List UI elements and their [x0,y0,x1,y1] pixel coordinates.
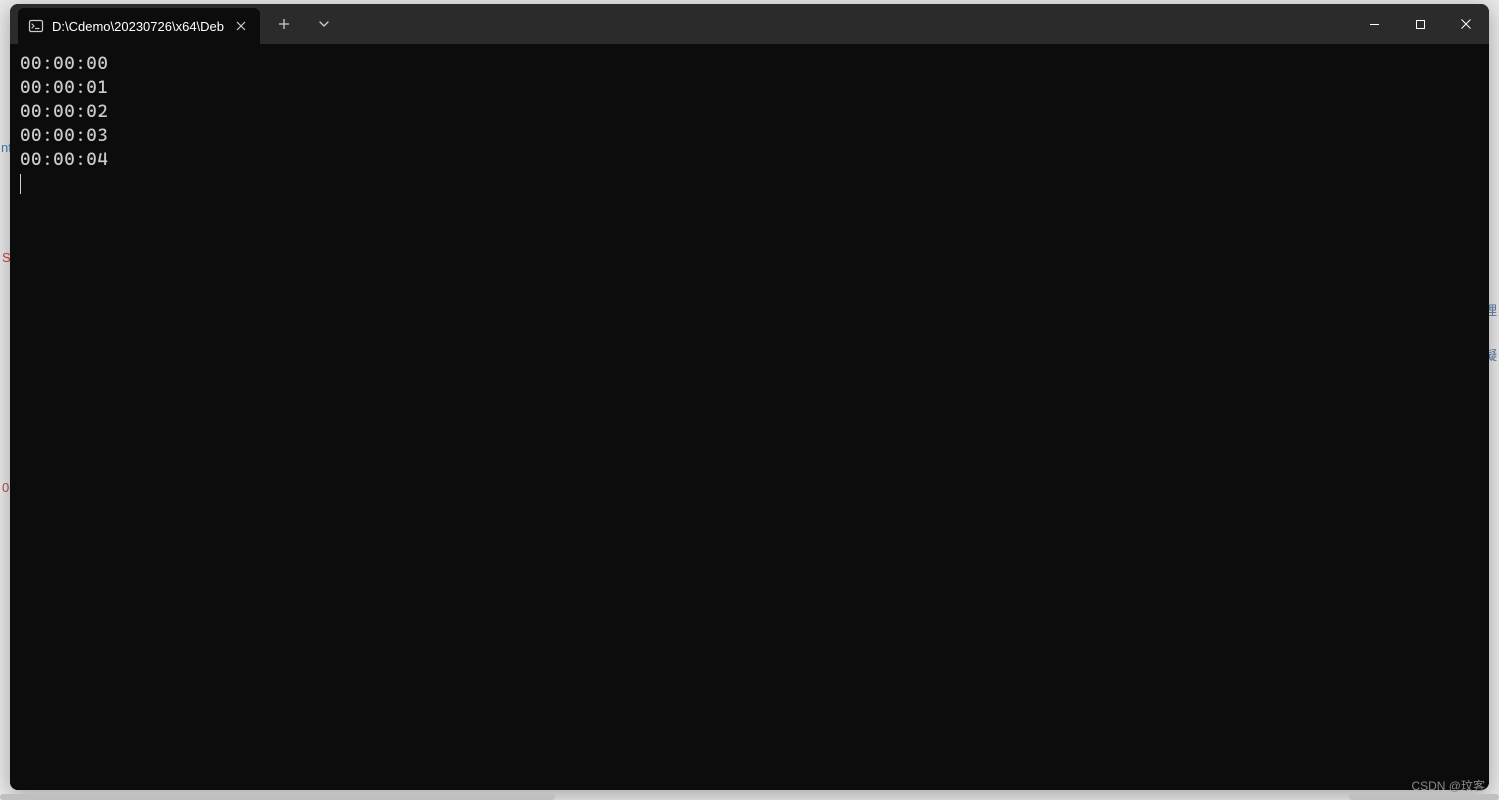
background-text: 0 [2,480,9,495]
minimize-button[interactable] [1351,8,1397,40]
output-line: 00:00:00 [20,52,1479,76]
window-controls [1351,4,1489,44]
watermark: CSDN @玟客 [1411,777,1485,794]
tab-title: D:\Cdemo\20230726\x64\Deb [52,19,224,34]
terminal-content[interactable]: 00:00:00 00:00:01 00:00:02 00:00:03 00:0… [10,44,1489,790]
tab-dropdown-button[interactable] [304,8,344,40]
close-window-button[interactable] [1443,8,1489,40]
output-line: 00:00:02 [20,100,1479,124]
terminal-icon [28,18,44,34]
maximize-button[interactable] [1397,8,1443,40]
title-bar-left: D:\Cdemo\20230726\x64\Deb [10,4,344,44]
tab-actions [264,4,344,44]
cursor-line [20,172,1479,196]
output-line: 00:00:03 [20,124,1479,148]
new-tab-button[interactable] [264,8,304,40]
tab-close-button[interactable] [232,17,250,35]
horizontal-scrollbar[interactable] [0,794,1499,800]
cursor [20,174,21,194]
terminal-tab[interactable]: D:\Cdemo\20230726\x64\Deb [18,8,260,44]
output-line: 00:00:01 [20,76,1479,100]
output-line: 00:00:04 [20,148,1479,172]
terminal-window: D:\Cdemo\20230726\x64\Deb [10,4,1489,790]
scrollbar-thumb[interactable] [0,794,555,800]
title-bar[interactable]: D:\Cdemo\20230726\x64\Deb [10,4,1489,44]
scrollbar-thumb[interactable] [1349,794,1499,800]
